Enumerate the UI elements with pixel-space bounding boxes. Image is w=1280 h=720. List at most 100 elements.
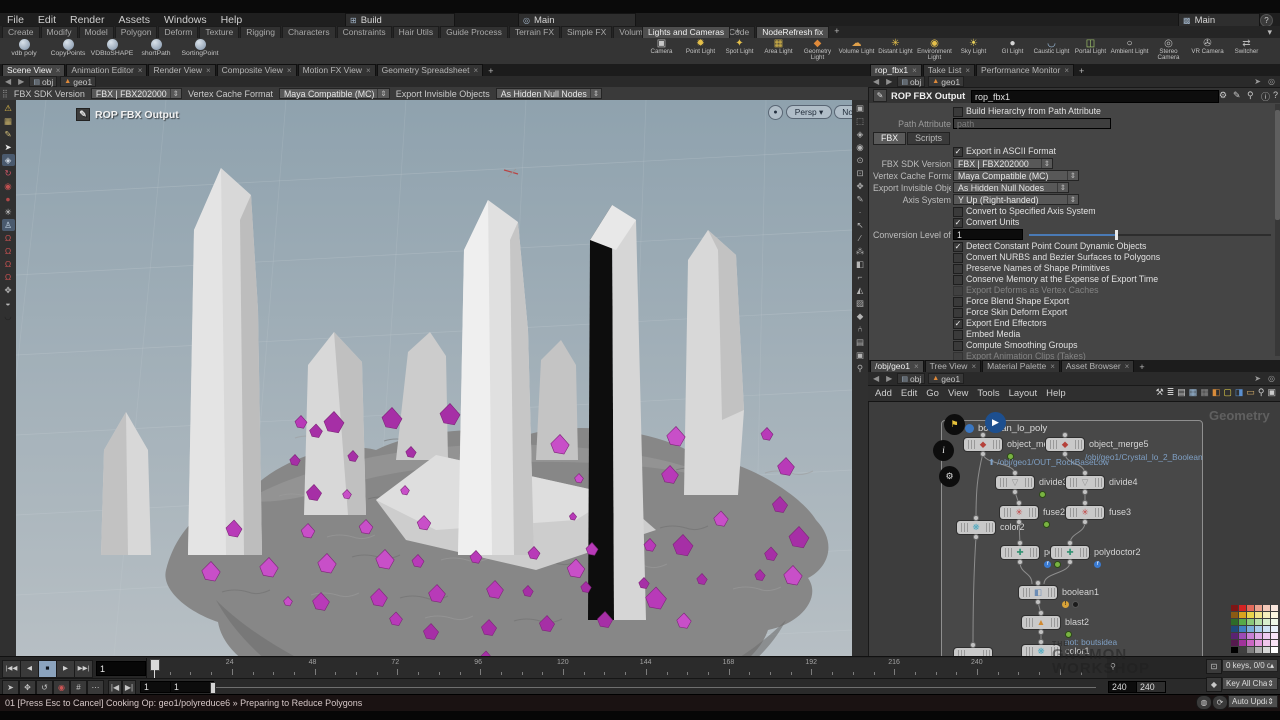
tab-animation-editor[interactable]: Animation Editor× — [66, 64, 147, 76]
range-slider-track[interactable] — [212, 687, 1096, 688]
close-icon[interactable]: × — [965, 65, 970, 76]
brush-icon[interactable]: ✎ — [1233, 90, 1241, 101]
palette-swatch[interactable] — [1271, 626, 1278, 632]
node-input[interactable] — [1038, 639, 1044, 645]
shelf-tool-vdb-poly[interactable]: vdb poly — [2, 38, 46, 64]
palette-swatch[interactable] — [1231, 605, 1238, 611]
fast-forward-button[interactable]: ▶▶| — [74, 660, 93, 678]
node-output[interactable] — [1035, 599, 1041, 605]
keys-summary-dropdown[interactable]: 0 keys, 0/0 channels▴ — [1222, 659, 1278, 672]
close-icon[interactable]: × — [474, 65, 479, 76]
close-icon[interactable]: × — [1064, 65, 1069, 76]
snowflake-icon[interactable]: ✳ — [2, 206, 15, 218]
radial-menu-gear-petal[interactable]: ⚙ — [939, 466, 960, 487]
global-range-end-field[interactable] — [1136, 681, 1166, 693]
palette-swatch[interactable] — [1255, 640, 1262, 646]
build-hierarchy-checkbox[interactable] — [953, 107, 963, 117]
shelf-tool-environment-light[interactable]: ◉Environment Light — [915, 38, 954, 64]
param-scrollbar[interactable] — [1275, 104, 1280, 356]
gear-icon[interactable]: ⚙ — [1219, 90, 1227, 101]
radial-menu-flag-petal[interactable]: ⚑ — [944, 414, 965, 435]
palette-swatch[interactable] — [1255, 612, 1262, 618]
path-obj[interactable]: ▤obj — [897, 76, 925, 87]
target-icon[interactable]: ◎ — [1268, 374, 1275, 383]
tree-icon[interactable]: ≣ — [1167, 387, 1175, 398]
shelf-tool-vdbtoshape[interactable]: VDBtoSHAPE — [90, 38, 134, 64]
node-badge-dot[interactable] — [1072, 601, 1079, 608]
path-obj[interactable]: ▤obj — [29, 76, 57, 87]
magnifier-icon[interactable]: ⚲ — [854, 362, 867, 374]
param-checkbox-export-end-effectors[interactable]: ✓ — [953, 319, 963, 329]
palette-swatch[interactable] — [1231, 640, 1238, 646]
shelf-tab-characters[interactable]: Characters — [282, 26, 336, 38]
shelf-tab-guide-process[interactable]: Guide Process — [440, 26, 508, 38]
palette-swatch[interactable] — [1231, 626, 1238, 632]
param-menu-axis-system[interactable]: Y Up (Right-handed)⇕ — [953, 194, 1079, 205]
net-menu-help[interactable]: Help — [1046, 388, 1066, 399]
rewind-button[interactable]: |◀◀ — [2, 660, 21, 678]
node-partial[interactable] — [954, 648, 992, 656]
scene-selector[interactable]: ◎ Main — [518, 13, 636, 27]
menu-assets[interactable]: Assets — [111, 14, 157, 26]
op-menu-export-invisible-objects[interactable]: As Hidden Null Nodes⇕ — [496, 88, 602, 99]
warning-icon[interactable]: ⚠ — [2, 102, 15, 114]
node-input[interactable] — [1082, 500, 1088, 506]
node-badge-green[interactable] — [1054, 561, 1061, 568]
shelf-tool-portal-light[interactable]: ◫Portal Light — [1071, 38, 1110, 64]
viewport-canvas[interactable]: ✎ ROP FBX Output ● Persp ▾ No cam ▾ — [16, 100, 852, 656]
palette-swatch[interactable] — [1255, 626, 1262, 632]
grid2-icon[interactable]: ▣ — [854, 349, 867, 361]
pin-icon[interactable]: ◉ — [854, 141, 867, 153]
snap-edge-icon[interactable]: Ω — [2, 258, 15, 270]
close-icon[interactable]: × — [138, 65, 143, 76]
find-icon[interactable]: ⚲ — [1258, 387, 1265, 398]
arrow-icon[interactable]: ↖ — [854, 219, 867, 231]
target-icon[interactable]: ◎ — [1268, 77, 1275, 86]
add-pane-tab-button[interactable]: + — [484, 66, 497, 76]
node-input[interactable] — [1082, 470, 1088, 476]
node-input[interactable] — [1016, 500, 1022, 506]
shelf-tool-sky-light[interactable]: ☀Sky Light — [954, 38, 993, 64]
search-icon[interactable]: ⚲ — [1247, 90, 1254, 101]
circle-slash-icon[interactable]: ◒ — [2, 297, 15, 309]
diamond-icon[interactable]: ◆ — [854, 310, 867, 322]
palette-swatch[interactable] — [1255, 647, 1262, 653]
op-menu-vertex-cache-format[interactable]: Maya Compatible (MC)⇕ — [279, 88, 390, 99]
palette-swatch[interactable] — [1247, 626, 1254, 632]
node-color-palette[interactable] — [1231, 605, 1278, 654]
tab-material-palette[interactable]: Material Palette× — [982, 360, 1060, 372]
move-handle-icon[interactable]: ◉ — [2, 180, 15, 192]
palette-swatch[interactable] — [1247, 640, 1254, 646]
shelf-add-tab-button[interactable]: + — [830, 26, 843, 38]
play-button[interactable]: ▶ — [56, 660, 75, 678]
playhead[interactable] — [150, 659, 160, 671]
forward-icon[interactable]: ▶ — [884, 77, 894, 86]
pose-icon[interactable]: ● — [2, 193, 15, 205]
palette-swatch[interactable] — [1231, 619, 1238, 625]
shelf-tab-lights-and-cameras[interactable]: Lights and Cameras — [642, 26, 730, 38]
arc-icon[interactable]: ◡ — [2, 310, 15, 322]
menu-windows[interactable]: Windows — [157, 14, 214, 26]
camera-select-pill[interactable]: No cam ▾ — [834, 105, 852, 119]
layout-icon[interactable]: ⬚ — [854, 115, 867, 127]
palette-swatch[interactable] — [1247, 647, 1254, 653]
pan-icon[interactable]: ✥ — [854, 180, 867, 192]
shelf-tool-switcher[interactable]: ⇄Switcher — [1227, 38, 1266, 64]
hatch-icon[interactable]: ▨ — [854, 297, 867, 309]
points-icon[interactable]: ⁂ — [854, 245, 867, 257]
snap-point-icon[interactable]: Ω — [2, 245, 15, 257]
drag-handle-icon[interactable]: ⣿ — [2, 89, 8, 98]
shelf-tool-geometry-light[interactable]: ◆Geometry Light — [798, 38, 837, 64]
node-badge-f[interactable]: f — [1094, 561, 1101, 568]
param-checkbox-force-skin-deform-export[interactable] — [953, 308, 963, 318]
back-icon[interactable]: ◀ — [871, 77, 881, 86]
desktop-selector[interactable]: ⊞ Build — [345, 13, 455, 27]
lock-camera-icon[interactable]: ◈ — [854, 128, 867, 140]
palette-swatch[interactable] — [1255, 619, 1262, 625]
palette-swatch[interactable] — [1263, 647, 1270, 653]
param-tab-scripts[interactable]: Scripts — [907, 132, 950, 145]
param-checkbox-conserve-memory-at-the-expense-of-export-time[interactable] — [953, 275, 963, 285]
palette-swatch[interactable] — [1263, 605, 1270, 611]
shelf-tool-distant-light[interactable]: ✳Distant Light — [876, 38, 915, 64]
node-input[interactable] — [1035, 580, 1041, 586]
